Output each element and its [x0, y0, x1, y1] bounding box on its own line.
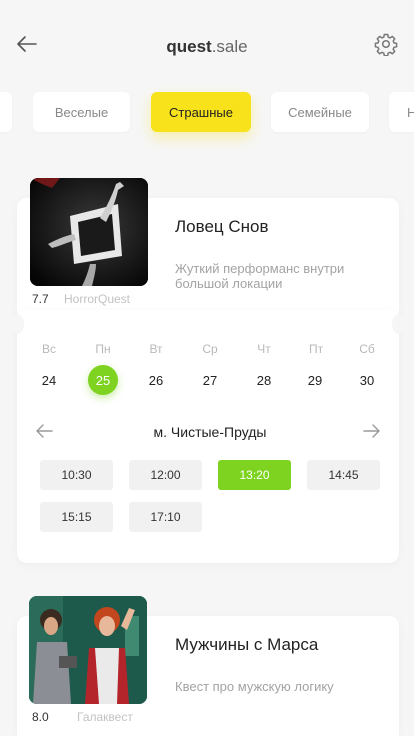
day-number[interactable]: 30 — [347, 373, 387, 388]
category-chip-label: Страшные — [169, 104, 233, 120]
quest-description: Квест про мужскую логику — [175, 679, 334, 694]
app-title-domain: .sale — [211, 37, 248, 56]
category-chip-scary[interactable]: Страшные — [151, 92, 251, 132]
arrow-right-icon — [363, 424, 380, 438]
quest-rating: 8.0 — [32, 710, 49, 724]
category-chip-fun[interactable]: Веселые — [33, 92, 130, 132]
settings-button[interactable] — [374, 32, 398, 57]
quest-title[interactable]: Мужчины с Марса — [175, 635, 318, 655]
timeslot-button[interactable]: 15:15 — [40, 502, 113, 532]
category-chip-next[interactable]: Н — [389, 92, 414, 132]
day-name: Сб — [359, 342, 375, 356]
day-number[interactable]: 29 — [295, 373, 335, 388]
timeslot-button-selected[interactable]: 13:20 — [218, 460, 291, 490]
app-title: quest.sale — [0, 37, 414, 57]
day-name: Чт — [257, 342, 271, 356]
horror-poster-art — [30, 178, 148, 286]
day-name: Вт — [149, 342, 163, 356]
gear-icon — [374, 33, 398, 57]
arrow-left-icon — [36, 424, 53, 438]
category-chip-label: Веселые — [54, 104, 109, 120]
location-name: м. Чистые-Пруды — [153, 424, 267, 440]
category-chip-label: Семейные — [288, 104, 352, 120]
timeslot-button[interactable]: 14:45 — [307, 460, 380, 490]
card-notch — [392, 314, 406, 334]
timeslot-button[interactable]: 17:10 — [129, 502, 202, 532]
location-next-button[interactable] — [362, 422, 382, 440]
quest-poster-image[interactable] — [29, 596, 147, 704]
day-name: Ср — [202, 342, 218, 356]
quest-poster-image[interactable] — [30, 178, 148, 286]
location-prev-button[interactable] — [34, 422, 54, 440]
card-notch — [10, 314, 24, 334]
day-number[interactable]: 26 — [136, 373, 176, 388]
quest-description: Жуткий перформанс внутри большой локации — [175, 261, 345, 291]
quest-company[interactable]: Галаквест — [77, 710, 133, 724]
day-number[interactable]: 27 — [190, 373, 230, 388]
quest-rating: 7.7 — [32, 292, 49, 306]
quest-company[interactable]: HorrorQuest — [64, 292, 130, 306]
category-chip-hidden[interactable] — [0, 92, 12, 132]
app-screen: quest.sale Веселые Страшные Семейные Н Л… — [0, 0, 414, 736]
quest-title[interactable]: Ловец Снов — [175, 217, 269, 237]
day-name: Пт — [308, 342, 324, 356]
category-chip-family[interactable]: Семейные — [271, 92, 369, 132]
header: quest.sale — [0, 0, 414, 90]
timeslot-button[interactable]: 10:30 — [40, 460, 113, 490]
day-number-selected[interactable]: 25 — [83, 373, 123, 388]
day-name: Пн — [95, 342, 111, 356]
day-number[interactable]: 28 — [244, 373, 284, 388]
category-tabs: Веселые Страшные Семейные Н — [0, 92, 414, 134]
app-title-bold: quest — [166, 37, 212, 56]
day-number[interactable]: 24 — [29, 373, 69, 388]
mars-poster-art — [29, 596, 147, 704]
category-chip-label: Н — [407, 104, 414, 120]
day-name: Вс — [41, 342, 56, 356]
timeslot-button[interactable]: 12:00 — [129, 460, 202, 490]
